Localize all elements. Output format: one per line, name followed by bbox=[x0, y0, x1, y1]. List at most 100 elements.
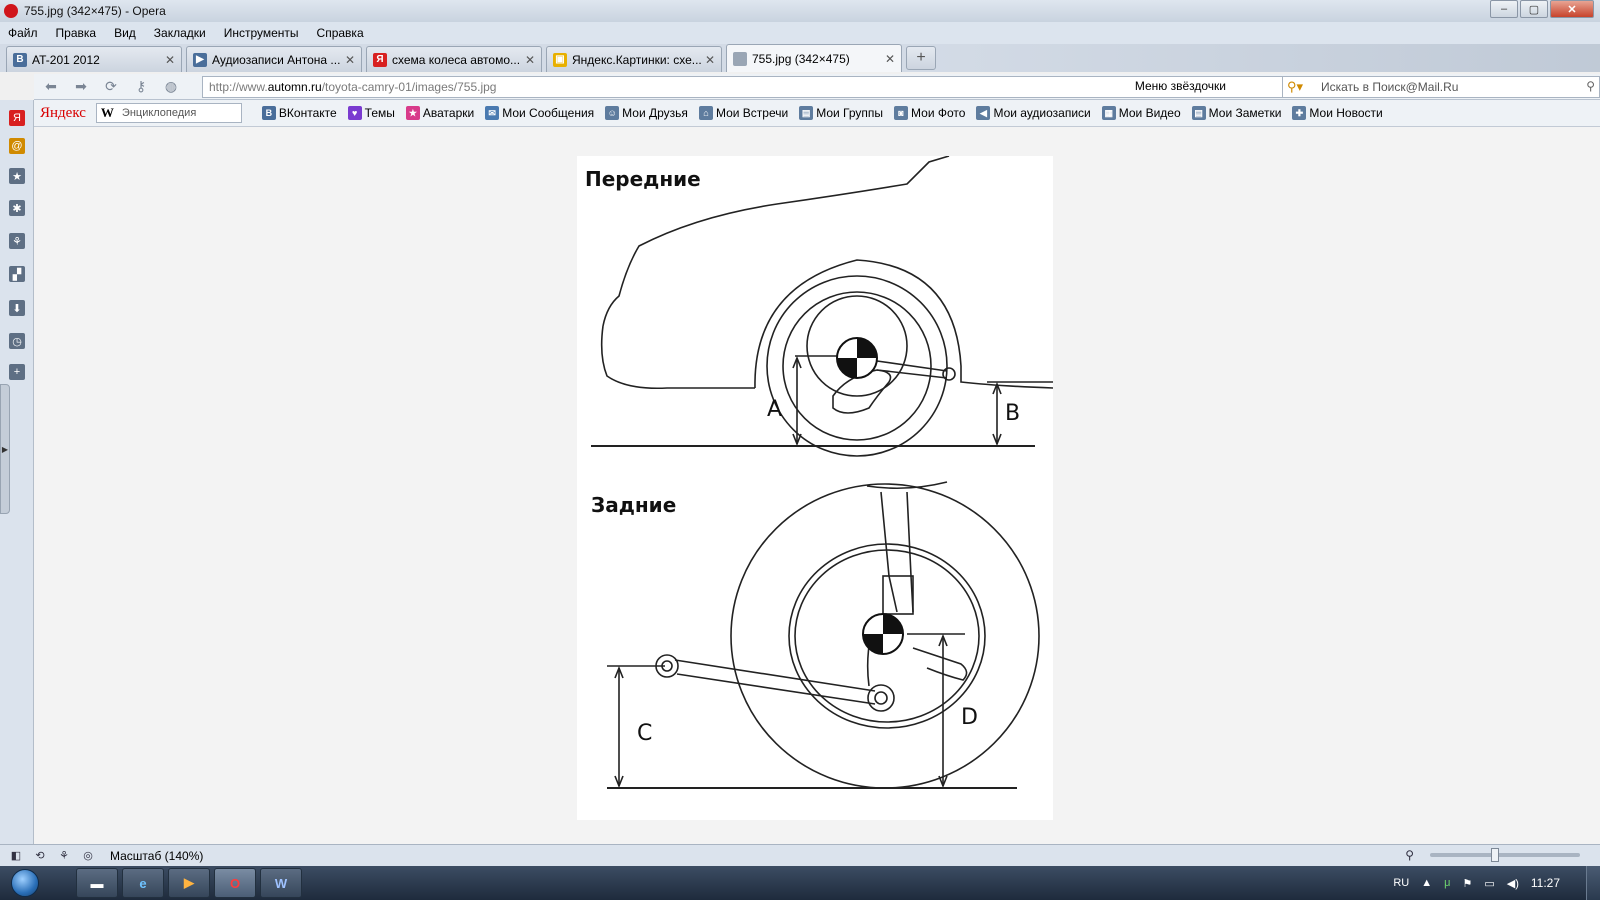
wand-button[interactable]: ⚷ bbox=[128, 76, 154, 98]
bookmark-link-4[interactable]: ☺ Мои Друзья bbox=[605, 106, 688, 120]
bookmark-link-6[interactable]: ▤ Мои Группы bbox=[799, 106, 883, 120]
bookmark-link-3[interactable]: ✉ Мои Сообщения bbox=[485, 106, 594, 120]
arrow-left-icon: ⬅ bbox=[45, 78, 57, 94]
bookmarks-icon[interactable]: ★ bbox=[9, 168, 25, 184]
rear-strut-body bbox=[882, 575, 914, 615]
menu-tools[interactable]: Инструменты bbox=[224, 26, 299, 40]
windows-logo-icon bbox=[11, 869, 39, 897]
bookmark-link-9[interactable]: ▦ Мои Видео bbox=[1101, 106, 1181, 120]
site-info-button[interactable]: ◍ bbox=[158, 76, 184, 98]
search-engine-icon[interactable]: ⚲▾ bbox=[1287, 79, 1303, 95]
forward-button[interactable]: ➡ bbox=[68, 76, 94, 98]
panel-toggle-handle[interactable]: ▶ bbox=[0, 384, 10, 514]
search-placeholder: Искать в Поиск@Mail.Ru bbox=[1321, 80, 1459, 94]
bookmark-link-10[interactable]: ▤ Мои Заметки bbox=[1191, 106, 1282, 120]
clock[interactable]: 11:27 bbox=[1531, 876, 1560, 890]
tab-close-icon[interactable]: ✕ bbox=[165, 53, 175, 67]
panel-toggle-icon[interactable]: ◧ bbox=[8, 849, 24, 863]
bookmark-link-5[interactable]: ⌂ Мои Встречи bbox=[698, 106, 788, 120]
front-wheel-arch bbox=[754, 259, 1053, 389]
ie-icon[interactable]: e bbox=[122, 868, 164, 898]
zoom-slider-thumb[interactable] bbox=[1491, 848, 1499, 862]
menu-bookmarks[interactable]: Закладки bbox=[154, 26, 206, 40]
zoom-icon[interactable]: ⚲ bbox=[1405, 848, 1414, 862]
diagram-svg: Передние Задние A B C D bbox=[585, 156, 1053, 789]
bookmark-link-11[interactable]: ✚ Мои Новости bbox=[1292, 106, 1383, 120]
utorrent-icon[interactable]: μ bbox=[1444, 877, 1450, 889]
yandex-logo[interactable]: Яндекс bbox=[40, 105, 86, 122]
language-indicator[interactable]: RU bbox=[1393, 877, 1409, 889]
close-button[interactable]: ✕ bbox=[1550, 0, 1594, 18]
unite-status-icon[interactable]: ⚘ bbox=[56, 849, 72, 863]
bookmark-link-1[interactable]: ♥ Темы bbox=[347, 106, 395, 120]
search-icon[interactable]: ⚲ bbox=[1586, 79, 1595, 93]
menu-help[interactable]: Справка bbox=[317, 26, 364, 40]
tab-close-icon[interactable]: ✕ bbox=[885, 52, 895, 66]
downloads-icon[interactable]: ⬇ bbox=[9, 300, 25, 316]
explorer-icon[interactable]: ▬ bbox=[76, 868, 118, 898]
network-icon[interactable]: ▭ bbox=[1484, 877, 1494, 890]
volume-icon[interactable]: ◀) bbox=[1507, 877, 1519, 890]
title-bar: 755.jpg (342×475) - Opera ‒ ▢ ✕ bbox=[0, 0, 1600, 22]
notes-icon[interactable]: ▞ bbox=[9, 266, 25, 282]
front-center-marker bbox=[836, 337, 878, 379]
reload-icon: ⟳ bbox=[105, 78, 117, 94]
minimize-button[interactable]: ‒ bbox=[1490, 0, 1518, 18]
menu-file[interactable]: Файл bbox=[8, 26, 38, 40]
bookmark-label: Мои Друзья bbox=[622, 106, 688, 120]
turbo-icon[interactable]: ◎ bbox=[80, 849, 96, 863]
tab-bar: B AT-201 2012 ✕ ▶ Аудиозаписи Антона ... ✕ Ясх… bbox=[0, 44, 1600, 72]
tray-expand-icon[interactable]: ▲ bbox=[1421, 877, 1432, 889]
menu-view[interactable]: Вид bbox=[114, 26, 136, 40]
label-b: B bbox=[1005, 401, 1020, 426]
new-tab-button[interactable]: + bbox=[906, 46, 936, 70]
bookmark-label: Мои Заметки bbox=[1208, 106, 1282, 120]
maximize-button[interactable]: ▢ bbox=[1520, 0, 1548, 18]
bookmark-link-0[interactable]: B ВКонтакте bbox=[261, 106, 337, 120]
start-button[interactable] bbox=[6, 866, 44, 900]
zoom-label: Масштаб (140%) bbox=[110, 848, 204, 863]
action-center-icon[interactable]: ⚑ bbox=[1462, 877, 1472, 890]
bookmark-label: Мои аудиозаписи bbox=[993, 106, 1091, 120]
back-button[interactable]: ⬅ bbox=[38, 76, 64, 98]
reload-button[interactable]: ⟳ bbox=[98, 76, 124, 98]
zoom-slider[interactable] bbox=[1430, 848, 1580, 862]
tab-close-icon[interactable]: ✕ bbox=[705, 53, 715, 67]
speed-dial-menu[interactable]: Меню звёздочки bbox=[1135, 79, 1226, 93]
speaker-icon: ◀ bbox=[976, 106, 991, 120]
media-player-icon[interactable]: ▶ bbox=[168, 868, 210, 898]
sync-icon[interactable]: ⟲ bbox=[32, 849, 48, 863]
tab-0[interactable]: B AT-201 2012 ✕ bbox=[6, 46, 182, 72]
bookmark-link-2[interactable]: ★ Аватарки bbox=[405, 106, 475, 120]
tab-close-icon[interactable]: ✕ bbox=[345, 53, 355, 67]
add-panel-icon[interactable]: + bbox=[9, 364, 25, 380]
yandex-icon[interactable]: Я bbox=[9, 110, 25, 126]
encyclopedia-search-input[interactable]: W Энциклопедия bbox=[95, 103, 242, 123]
tab-3[interactable]: ▣ Яндекс.Картинки: схе... ✕ bbox=[546, 46, 722, 72]
heart-icon: ♥ bbox=[347, 106, 362, 120]
url-field[interactable]: http://www. automn.ru/toyota-camry-01/ima… bbox=[202, 76, 1286, 98]
opera-icon[interactable]: O bbox=[214, 868, 256, 898]
unite-icon[interactable]: ⚘ bbox=[9, 233, 25, 249]
bookmarks-bar: Яндекс W Энциклопедия B ВКонтакте ♥ Темы ★ Ав… bbox=[34, 100, 1600, 127]
history-icon[interactable]: ◷ bbox=[9, 333, 25, 349]
bookmark-link-7[interactable]: ◙ Мои Фото bbox=[894, 106, 965, 120]
tab-1[interactable]: ▶ Аудиозаписи Антона ... ✕ bbox=[186, 46, 362, 72]
mail-icon[interactable]: @ bbox=[9, 138, 25, 154]
widgets-icon[interactable]: ✱ bbox=[9, 200, 25, 216]
house-icon: ⌂ bbox=[698, 106, 713, 120]
show-desktop-button[interactable] bbox=[1586, 866, 1600, 900]
front-tie-rod-end bbox=[942, 367, 956, 381]
vk-icon: B bbox=[13, 52, 27, 67]
search-input[interactable]: ⚲▾ Искать в Поиск@Mail.Ru ⚲ bbox=[1282, 76, 1600, 98]
bookmark-label: Аватарки bbox=[422, 106, 475, 120]
tab-4[interactable]: 755.jpg (342×475) ✕ bbox=[726, 44, 902, 72]
tab-close-icon[interactable]: ✕ bbox=[525, 53, 535, 67]
bookmark-link-8[interactable]: ◀ Мои аудиозаписи bbox=[976, 106, 1091, 120]
rear-arm-end-outer bbox=[867, 684, 895, 712]
word-icon[interactable]: W bbox=[260, 868, 302, 898]
menu-edit[interactable]: Правка bbox=[56, 26, 97, 40]
windows-taskbar: ▬ e ▶ O W RU ▲ μ ⚑ ▭ ◀) 11:27 bbox=[0, 866, 1600, 900]
page-content: Передние Задние A B C D bbox=[34, 127, 1600, 844]
tab-2[interactable]: Ясхема колеса автомо... ✕ bbox=[366, 46, 542, 72]
